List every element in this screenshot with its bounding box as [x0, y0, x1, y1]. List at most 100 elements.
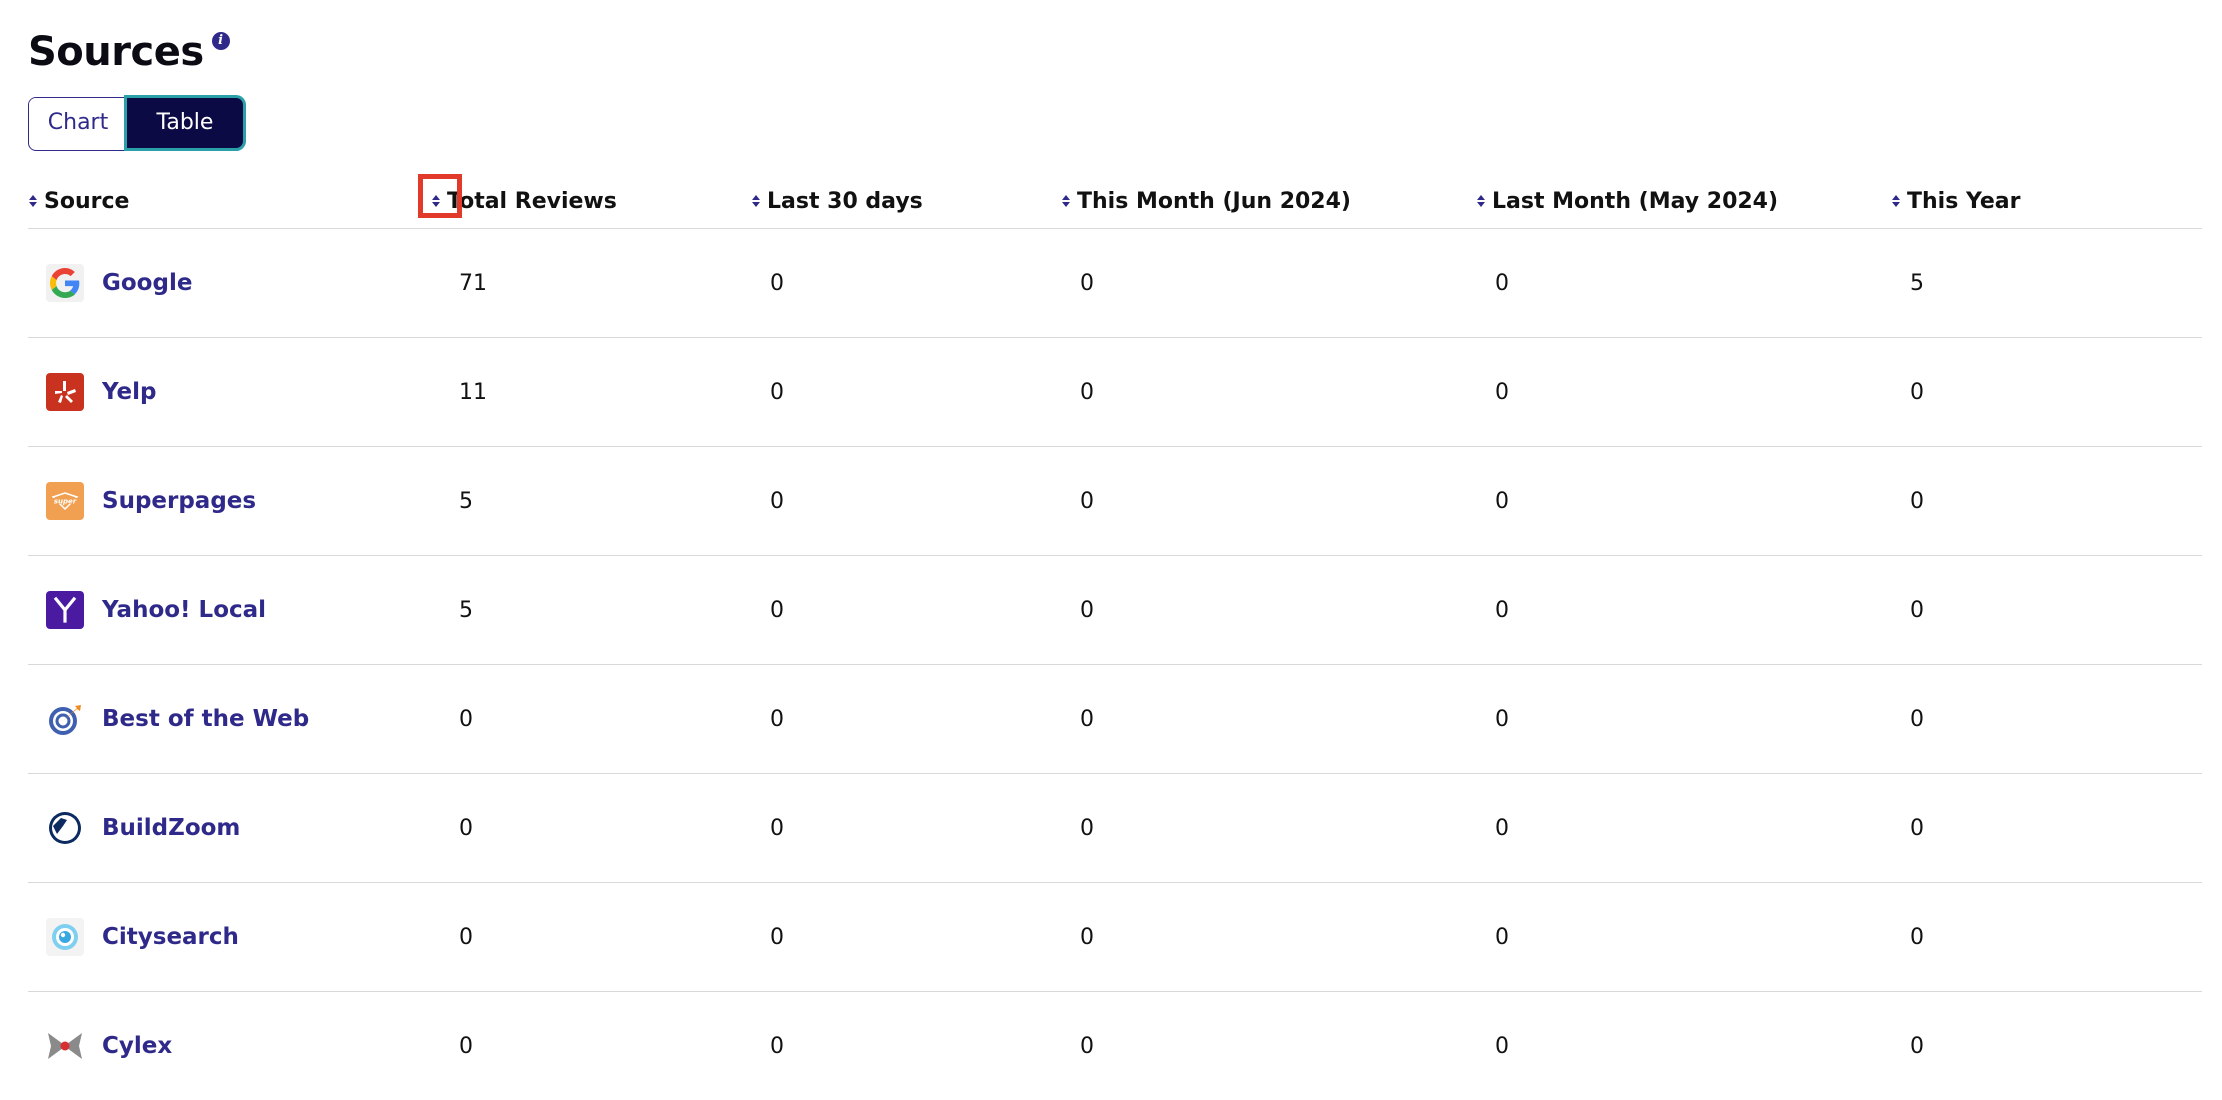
last-30-days-cell: 0	[770, 706, 784, 732]
last-month-cell: 0	[1495, 815, 1509, 841]
column-header-label: This Month (Jun 2024)	[1077, 188, 1351, 214]
source-link-yahoo-local[interactable]: Yahoo! Local	[102, 597, 266, 623]
source-cell: Cylex	[46, 992, 172, 1100]
source-link-google[interactable]: Google	[102, 270, 192, 296]
source-link-superpages[interactable]: Superpages	[102, 488, 256, 514]
best-of-the-web-logo-icon	[46, 700, 84, 738]
column-header-label: Last Month (May 2024)	[1492, 188, 1779, 214]
table-row: BuildZoom 0 0 0 0 0	[28, 774, 2202, 883]
this-year-cell: 0	[1910, 488, 1924, 514]
this-month-cell: 0	[1080, 924, 1094, 950]
sort-icon[interactable]	[1891, 194, 1901, 208]
this-month-cell: 0	[1080, 379, 1094, 405]
last-30-days-cell: 0	[770, 270, 784, 296]
last-month-cell: 0	[1495, 924, 1509, 950]
table-row: Yahoo! Local 5 0 0 0 0	[28, 556, 2202, 665]
column-header-label: Last 30 days	[767, 188, 923, 214]
yelp-logo-icon	[46, 373, 84, 411]
total-reviews-cell: 0	[459, 1033, 473, 1059]
info-icon[interactable]: i	[211, 32, 230, 50]
column-header-this-month[interactable]: This Month (Jun 2024)	[1061, 186, 1351, 216]
this-year-cell: 0	[1910, 706, 1924, 732]
last-30-days-cell: 0	[770, 597, 784, 623]
source-link-best-of-the-web[interactable]: Best of the Web	[102, 706, 309, 732]
total-reviews-cell: 0	[459, 706, 473, 732]
source-link-buildzoom[interactable]: BuildZoom	[102, 815, 240, 841]
source-cell: super Superpages	[46, 447, 256, 555]
this-year-cell: 5	[1910, 270, 1924, 296]
column-header-last-month[interactable]: Last Month (May 2024)	[1476, 186, 1778, 216]
table-row: super Superpages 5 0 0 0 0	[28, 447, 2202, 556]
last-month-cell: 0	[1495, 597, 1509, 623]
table-row: Yelp 11 0 0 0 0	[28, 338, 2202, 447]
this-year-cell: 0	[1910, 597, 1924, 623]
column-header-label: This Year	[1907, 188, 2021, 214]
last-month-cell: 0	[1495, 379, 1509, 405]
table-row: Google 71 0 0 0 5	[28, 229, 2202, 338]
column-header-last-30-days[interactable]: Last 30 days	[751, 186, 923, 216]
last-30-days-cell: 0	[770, 1033, 784, 1059]
last-30-days-cell: 0	[770, 924, 784, 950]
sort-icon[interactable]	[28, 194, 38, 208]
last-month-cell: 0	[1495, 1033, 1509, 1059]
total-reviews-cell: 5	[459, 597, 473, 623]
view-toggle: Chart Table	[28, 97, 244, 151]
yahoo-logo-icon	[46, 591, 84, 629]
this-year-cell: 0	[1910, 924, 1924, 950]
last-month-cell: 0	[1495, 488, 1509, 514]
column-header-label: Source	[44, 188, 130, 214]
this-month-cell: 0	[1080, 706, 1094, 732]
source-cell: Yahoo! Local	[46, 556, 266, 664]
column-header-label: Total Reviews	[447, 188, 617, 214]
superpages-logo-icon: super	[46, 482, 84, 520]
sort-icon[interactable]	[1476, 194, 1486, 208]
table-row: Citysearch 0 0 0 0 0	[28, 883, 2202, 992]
page-title: Sources	[28, 29, 204, 75]
source-link-cylex[interactable]: Cylex	[102, 1033, 172, 1059]
chart-view-button[interactable]: Chart	[29, 98, 127, 148]
source-cell: Citysearch	[46, 883, 239, 991]
table-header-row: Source Total Reviews Last 30 days This M…	[28, 172, 2202, 229]
source-cell: BuildZoom	[46, 774, 240, 882]
source-link-citysearch[interactable]: Citysearch	[102, 924, 239, 950]
this-month-cell: 0	[1080, 488, 1094, 514]
source-cell: Google	[46, 229, 192, 337]
total-reviews-cell: 5	[459, 488, 473, 514]
total-reviews-cell: 71	[459, 270, 487, 296]
total-reviews-cell: 0	[459, 924, 473, 950]
citysearch-logo-icon	[46, 918, 84, 956]
this-month-cell: 0	[1080, 1033, 1094, 1059]
sources-table: Source Total Reviews Last 30 days This M…	[28, 172, 2202, 1100]
column-header-source[interactable]: Source	[28, 186, 129, 216]
this-year-cell: 0	[1910, 1033, 1924, 1059]
table-row: Best of the Web 0 0 0 0 0	[28, 665, 2202, 774]
source-link-yelp[interactable]: Yelp	[102, 379, 157, 405]
table-view-button[interactable]: Table	[127, 98, 243, 148]
last-month-cell: 0	[1495, 270, 1509, 296]
table-row: Cylex 0 0 0 0 0	[28, 992, 2202, 1100]
source-cell: Best of the Web	[46, 665, 309, 773]
total-reviews-cell: 0	[459, 815, 473, 841]
column-header-total-reviews[interactable]: Total Reviews	[431, 186, 617, 216]
buildzoom-logo-icon	[46, 809, 84, 847]
last-30-days-cell: 0	[770, 379, 784, 405]
last-30-days-cell: 0	[770, 488, 784, 514]
source-cell: Yelp	[46, 338, 157, 446]
table-body: Google 71 0 0 0 5 Yelp 11 0 0 0 0 super …	[28, 229, 2202, 1100]
last-30-days-cell: 0	[770, 815, 784, 841]
this-month-cell: 0	[1080, 815, 1094, 841]
sources-header: Sources i	[28, 24, 230, 80]
sort-icon[interactable]	[431, 194, 441, 208]
this-month-cell: 0	[1080, 270, 1094, 296]
sort-icon[interactable]	[751, 194, 761, 208]
total-reviews-cell: 11	[459, 379, 487, 405]
cylex-logo-icon	[46, 1027, 84, 1065]
svg-text:super: super	[54, 498, 77, 506]
column-header-this-year[interactable]: This Year	[1891, 186, 2021, 216]
last-month-cell: 0	[1495, 706, 1509, 732]
sort-icon[interactable]	[1061, 194, 1071, 208]
this-year-cell: 0	[1910, 815, 1924, 841]
this-month-cell: 0	[1080, 597, 1094, 623]
this-year-cell: 0	[1910, 379, 1924, 405]
google-logo-icon	[46, 264, 84, 302]
